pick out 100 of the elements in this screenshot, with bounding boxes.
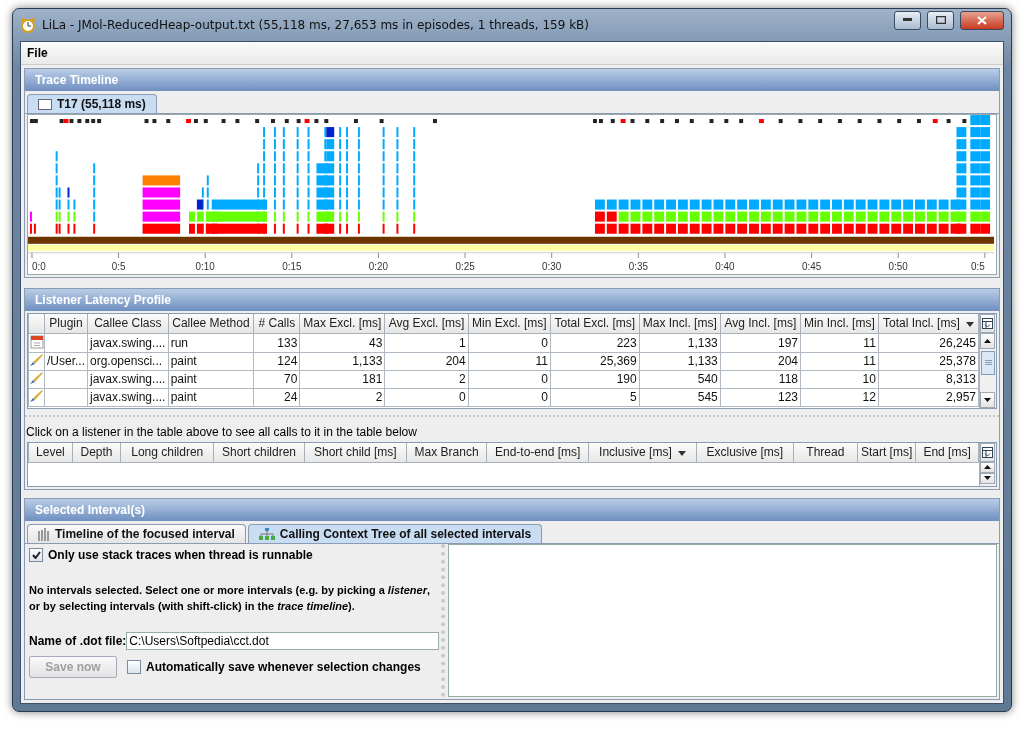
table-cell: 25,369 xyxy=(550,352,640,371)
table-cell: 118 xyxy=(720,370,801,389)
trace-events-drawing[interactable] xyxy=(28,115,994,251)
table-cell: paint xyxy=(168,370,254,389)
table-cell: javax.swing.... xyxy=(87,388,169,407)
auto-save-checkbox[interactable]: Automatically save whenever selection changes xyxy=(127,660,421,674)
table-cell: javax.swing.... xyxy=(87,333,169,353)
column-header[interactable]: Long children xyxy=(120,442,214,463)
checkmark-icon xyxy=(31,551,41,559)
table-cell: /User... xyxy=(44,352,88,371)
column-header[interactable]: Avg Excl. [ms] xyxy=(384,313,469,334)
column-chooser-button[interactable] xyxy=(980,442,995,462)
column-header[interactable]: Total Incl. [ms] xyxy=(878,313,979,334)
column-header[interactable]: # Calls xyxy=(253,313,300,334)
column-header[interactable]: Max Incl. [ms] xyxy=(639,313,721,334)
panel-title: Trace Timeline xyxy=(25,69,999,91)
column-header[interactable]: Exclusive [ms] xyxy=(696,442,794,463)
table-cell: 12 xyxy=(800,388,879,407)
window-icon xyxy=(38,98,52,110)
axis-tick-label: 0:45 xyxy=(801,260,822,272)
table-cell: 197 xyxy=(720,333,801,353)
table-cell: paint xyxy=(168,388,254,407)
column-header[interactable]: Level xyxy=(28,442,73,463)
table-cell: 223 xyxy=(550,333,640,353)
scroll-down-arrow-icon[interactable] xyxy=(984,476,991,481)
paintbrush-icon xyxy=(29,352,44,367)
axis-tick-label: 0:0 xyxy=(31,260,46,272)
table-cell: 545 xyxy=(639,388,721,407)
table-cell: 0 xyxy=(468,388,551,407)
table-cell: 70 xyxy=(253,370,300,389)
table-hint: Click on a listener in the table above to see all calls to it in the table below xyxy=(25,414,999,440)
column-header[interactable]: End-to-end [ms] xyxy=(486,442,589,463)
table-cell: org.opensci... xyxy=(87,352,169,371)
column-header[interactable]: Callee Method xyxy=(168,313,254,334)
minimize-button[interactable] xyxy=(894,10,921,30)
table-cell: 26,245 xyxy=(878,333,979,353)
column-header[interactable]: Callee Class xyxy=(87,313,169,334)
axis-tick-label: 0:10 xyxy=(195,260,215,272)
table-cell: 124 xyxy=(253,352,300,371)
scroll-up-button[interactable] xyxy=(980,461,995,473)
view-tab[interactable]: Timeline of the focused interval xyxy=(27,524,246,543)
column-header[interactable]: Min Incl. [ms] xyxy=(800,313,879,334)
table-cell: 11 xyxy=(800,333,879,353)
table-cell: 2 xyxy=(299,388,385,407)
scroll-up-arrow-icon[interactable] xyxy=(984,465,991,470)
table-cell: 204 xyxy=(720,352,801,371)
maximize-icon xyxy=(935,16,946,24)
table-cell: 0 xyxy=(384,388,469,407)
column-header[interactable]: Short child [ms] xyxy=(304,442,407,463)
table-cell: 8,313 xyxy=(878,370,979,389)
column-header[interactable]: Short children xyxy=(213,442,305,463)
scroll-down-arrow-icon[interactable] xyxy=(984,397,991,402)
table-cell: run xyxy=(168,333,254,353)
maximize-button[interactable] xyxy=(927,10,954,30)
sort-arrow-icon xyxy=(965,322,974,328)
table-cell: 1,133 xyxy=(299,352,385,371)
column-header[interactable]: End [ms] xyxy=(915,442,979,463)
column-header[interactable]: Max Branch xyxy=(406,442,487,463)
column-chooser-icon[interactable] xyxy=(982,317,993,329)
runnable-checkbox[interactable]: Only use stack traces when thread is runnable xyxy=(29,548,439,562)
table-cell: 2 xyxy=(384,370,469,389)
table-cell: 43 xyxy=(299,333,385,353)
menu-item[interactable]: File xyxy=(25,46,50,60)
table-cell: 11 xyxy=(468,352,551,371)
column-header[interactable]: Thread xyxy=(793,442,858,463)
scroll-down-button[interactable] xyxy=(980,391,995,408)
column-header[interactable]: Start [ms] xyxy=(857,442,916,463)
axis-tick-label: 0:50 xyxy=(888,260,908,272)
window-title: LiLa - JMol-ReducedHeap-output.txt (55,118 ms, 27,653 ms in episodes, 1 threads, 159 kB) xyxy=(42,18,590,32)
minimize-icon xyxy=(903,18,912,22)
table-cell: 190 xyxy=(550,370,640,389)
close-icon xyxy=(977,15,987,25)
table-cell: 540 xyxy=(639,370,721,389)
column-header[interactable]: Depth xyxy=(72,442,121,463)
column-header[interactable]: Inclusive [ms] xyxy=(588,442,697,463)
axis-tick-label: 0:5 xyxy=(971,260,985,272)
scroll-up-arrow-icon[interactable] xyxy=(984,338,991,343)
axis-tick-label: 0:25 xyxy=(455,260,475,272)
scroll-down-button[interactable] xyxy=(980,472,995,484)
column-header[interactable]: Avg Incl. [ms] xyxy=(720,313,801,334)
table-cell: 2,957 xyxy=(878,388,979,407)
view-tab[interactable]: Calling Context Tree of all selected intervals xyxy=(247,524,543,543)
column-header[interactable]: Min Excl. [ms] xyxy=(468,313,551,334)
scrollbar-thumb[interactable] xyxy=(981,350,995,375)
column-chooser-icon[interactable] xyxy=(982,446,993,458)
table-cell: 0 xyxy=(468,333,551,353)
panel-title: Listener Latency Profile xyxy=(25,289,999,311)
table-cell: 25,378 xyxy=(878,352,979,371)
close-button[interactable] xyxy=(960,10,1004,30)
table-cell: 11 xyxy=(800,352,879,371)
column-header[interactable] xyxy=(28,313,45,334)
column-header[interactable]: Total Excl. [ms] xyxy=(550,313,640,334)
table-cell: paint xyxy=(168,352,254,371)
column-chooser-button[interactable] xyxy=(980,313,995,333)
table-cell: 1,133 xyxy=(639,352,721,371)
column-header[interactable]: Max Excl. [ms] xyxy=(299,313,385,334)
thread-tab[interactable]: T17 (55,118 ms) xyxy=(27,94,157,113)
dot-file-input[interactable]: C:\Users\Softpedia\cct.dot xyxy=(126,632,439,650)
column-header[interactable]: Plugin xyxy=(44,313,88,334)
table-cell: 5 xyxy=(550,388,640,407)
